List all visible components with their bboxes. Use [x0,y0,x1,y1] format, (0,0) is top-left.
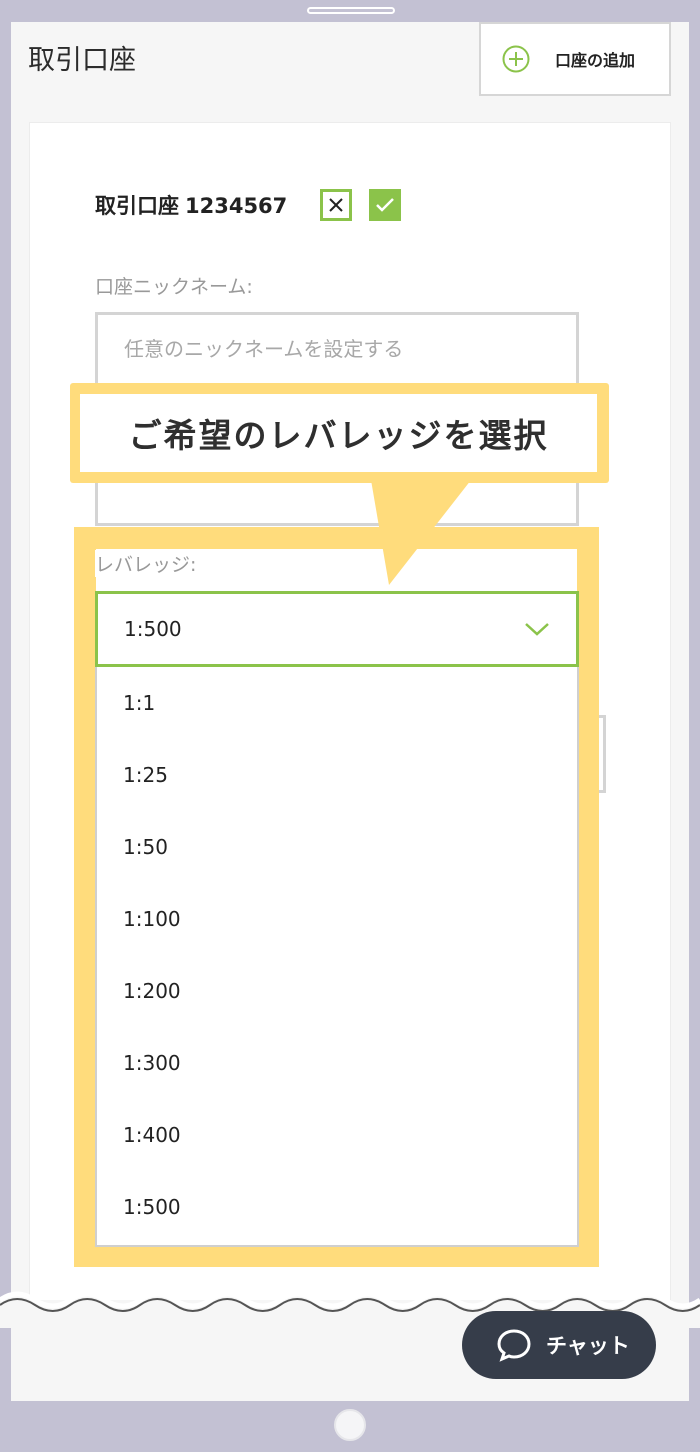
leverage-option[interactable]: 1:50 [97,811,577,883]
leverage-label: レバレッジ: [95,550,205,577]
callout-pointer [371,480,471,585]
app-screen: 取引口座 口座の追加 取引口座 1234567 口座ニックネーム: 任意のニック… [11,22,689,1401]
chat-button[interactable]: チャット [462,1311,656,1379]
phone-speaker [307,7,395,14]
confirm-edit-button[interactable] [369,189,401,221]
add-account-label: 口座の追加 [555,51,636,70]
plus-circle-icon [502,45,530,73]
chat-label: チャット [546,1334,630,1358]
chevron-down-icon [525,623,549,636]
leverage-option[interactable]: 1:500 [97,1171,577,1243]
home-button[interactable] [334,1409,366,1441]
check-icon [376,198,394,212]
leverage-option[interactable]: 1:25 [97,739,577,811]
leverage-option[interactable]: 1:300 [97,1027,577,1099]
close-icon [329,198,343,212]
add-account-button[interactable]: 口座の追加 [479,22,671,96]
account-title: 取引口座 1234567 [95,190,287,220]
leverage-option[interactable]: 1:200 [97,955,577,1027]
cancel-edit-button[interactable] [320,189,352,221]
callout-text: ご希望のレバレッジを選択 [80,394,597,472]
leverage-option[interactable]: 1:100 [97,883,577,955]
nickname-label: 口座ニックネーム: [95,276,253,298]
nickname-input[interactable] [95,312,579,386]
account-number: 1234567 [185,194,288,218]
leverage-select[interactable]: 1:500 [95,591,579,667]
leverage-option[interactable]: 1:400 [97,1099,577,1171]
leverage-selected-value: 1:500 [124,617,182,641]
phone-frame: 取引口座 口座の追加 取引口座 1234567 口座ニックネーム: 任意のニック… [0,0,700,1452]
leverage-option[interactable]: 1:1 [97,667,577,739]
chat-bubble-icon [497,1329,531,1362]
page-title: 取引口座 [28,45,136,76]
obscured-field [95,482,579,526]
account-title-prefix: 取引口座 [95,194,179,218]
leverage-options-list: 1:1 1:25 1:50 1:100 1:200 1:300 1:400 1:… [95,667,579,1247]
